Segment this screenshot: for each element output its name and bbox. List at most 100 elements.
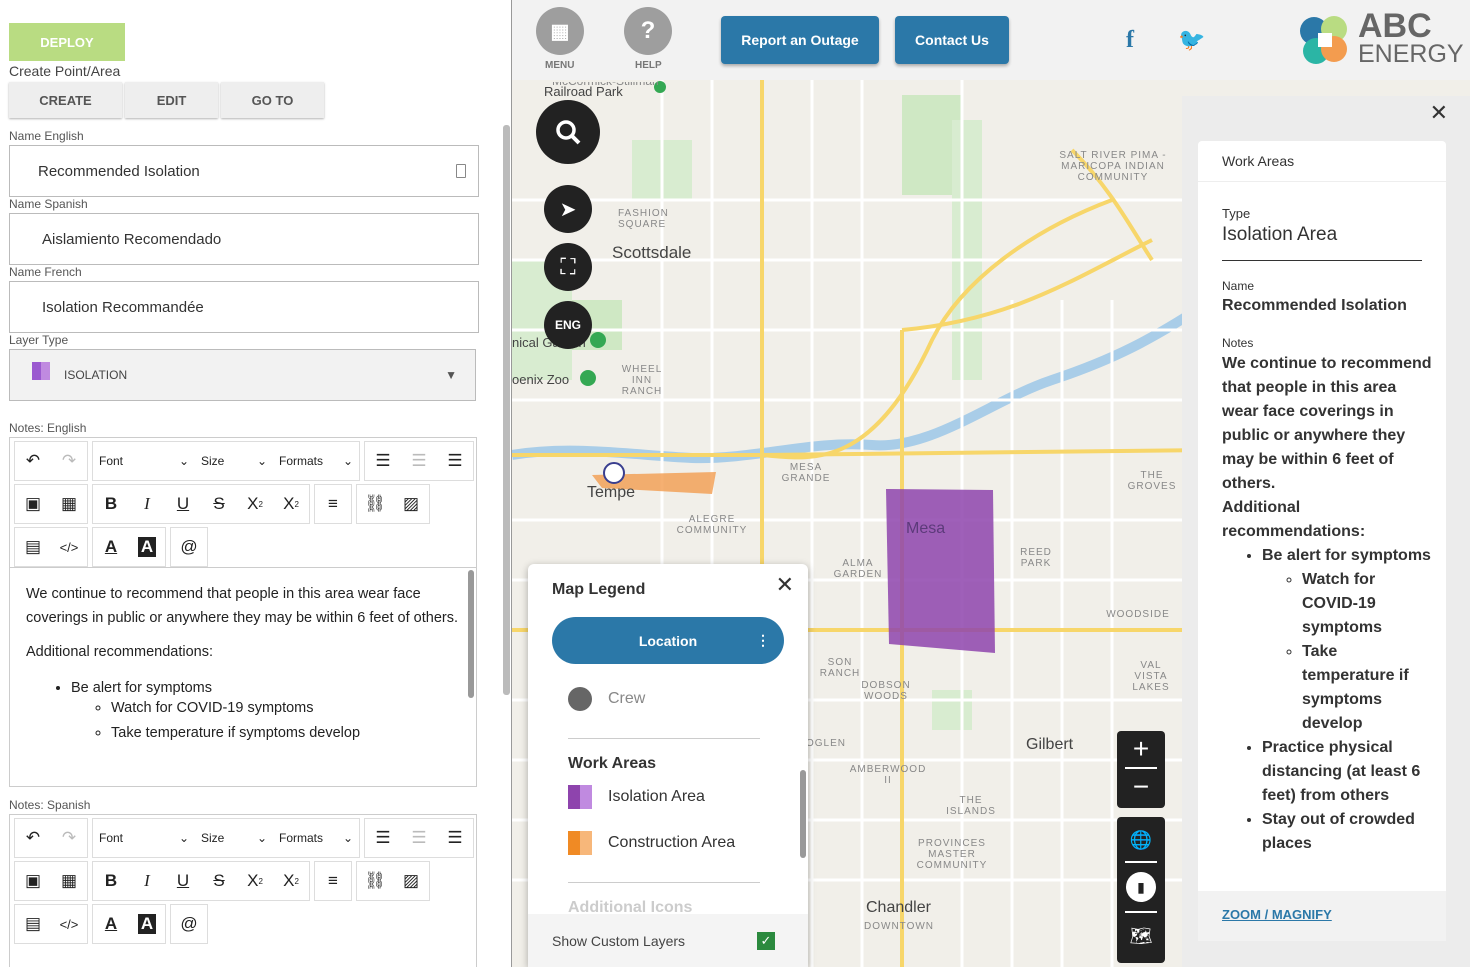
zoom-in-button[interactable]: +	[1125, 731, 1157, 769]
table-icon[interactable]: ▦	[51, 485, 87, 523]
close-icon[interactable]: ✕	[1430, 100, 1448, 126]
layer-type-select[interactable]: ISOLATION ▼	[9, 349, 476, 401]
traffic-icon[interactable]: ▮	[1125, 863, 1157, 913]
text-color-icon[interactable]: A	[93, 905, 129, 943]
strikethrough-icon[interactable]: S	[201, 862, 237, 900]
numbered-list-icon[interactable]: ☰	[365, 819, 401, 857]
notes-paragraph: Additional recommendations:	[1222, 499, 1366, 540]
superscript-icon[interactable]: X2	[273, 862, 309, 900]
legend-isolation-row: Isolation Area	[568, 785, 705, 809]
bold-icon[interactable]: B	[93, 485, 129, 523]
image-icon[interactable]: ▨	[393, 862, 429, 900]
notes-english-content[interactable]: We continue to recommend that people in …	[10, 567, 476, 769]
notes-spanish-editor: ↶ ↷ Font ⌄ Size ⌄ Formats ⌄ ☰ ☰ ☰ ▣ ▦ B I	[9, 814, 477, 967]
list-item: Be alert for symptoms Watch for COVID-19…	[71, 678, 460, 743]
redo-icon[interactable]: ↷	[51, 819, 87, 857]
link-icon[interactable]: ⛓	[357, 485, 393, 523]
text-color-icon[interactable]: A	[93, 528, 129, 566]
brand-logo[interactable]: ABC ENERGY	[1296, 7, 1464, 69]
tab-create[interactable]: CREATE	[9, 82, 122, 118]
close-icon[interactable]: ✕	[776, 572, 794, 598]
name-spanish-field[interactable]: Aislamiento Recomendado	[9, 213, 479, 265]
name-french-field[interactable]: Isolation Recommandée	[9, 281, 479, 333]
italic-icon[interactable]: I	[129, 862, 165, 900]
menu-button[interactable]: ▦	[536, 7, 584, 55]
table-icon[interactable]: ▦	[51, 862, 87, 900]
fullscreen-button[interactable]: ⛶	[544, 243, 592, 291]
chevron-down-icon: ⌄	[178, 831, 189, 845]
underline-icon[interactable]: U	[165, 862, 201, 900]
font-select[interactable]: Font ⌄	[93, 819, 195, 857]
formats-select[interactable]: Formats ⌄	[273, 819, 359, 857]
background-color-icon[interactable]: A	[129, 905, 165, 943]
twitter-icon[interactable]: 🐦	[1178, 27, 1205, 53]
list-item: Take temperature if symptoms develop	[1302, 640, 1432, 736]
city-label: Scottsdale	[612, 243, 692, 262]
section-title: Create Point/Area	[9, 63, 121, 79]
italic-icon[interactable]: I	[129, 485, 165, 523]
editor-scrollbar[interactable]	[468, 570, 474, 698]
numbered-list-icon[interactable]: ☰	[365, 442, 401, 480]
report-outage-button[interactable]: Report an Outage	[721, 16, 879, 64]
list-item: Stay out of crowded places	[1262, 808, 1432, 856]
formats-select[interactable]: Formats ⌄	[273, 442, 359, 480]
legend-scrollbar[interactable]	[800, 770, 806, 858]
deploy-button[interactable]: DEPLOY	[9, 23, 125, 61]
facebook-icon[interactable]: f	[1126, 27, 1134, 54]
mention-icon[interactable]: @	[171, 528, 207, 566]
clipboard-icon[interactable]	[456, 164, 466, 178]
media-icon[interactable]: ▣	[15, 485, 51, 523]
area-label: PROVINCES MASTER COMMUNITY	[916, 838, 988, 871]
image-icon[interactable]: ▨	[393, 485, 429, 523]
chevron-down-icon: ⌄	[342, 831, 353, 845]
subscript-icon[interactable]: X2	[237, 485, 273, 523]
size-select[interactable]: Size ⌄	[195, 442, 273, 480]
name-english-field[interactable]: Recommended Isolation	[9, 145, 479, 197]
zoom-out-button[interactable]: −	[1117, 769, 1165, 807]
zoom-magnify-link[interactable]: ZOOM / MAGNIFY	[1222, 907, 1332, 922]
link-icon[interactable]: ⛓	[357, 862, 393, 900]
template-icon[interactable]: ▤	[15, 905, 51, 943]
outdent-icon[interactable]: ☰	[401, 442, 437, 480]
search-button[interactable]	[536, 100, 600, 164]
bold-icon[interactable]: B	[93, 862, 129, 900]
globe-icon[interactable]: 🌐	[1125, 817, 1157, 863]
list-item: Take temperature if symptoms develop	[111, 723, 460, 743]
underline-icon[interactable]: U	[165, 485, 201, 523]
template-icon[interactable]: ▤	[15, 528, 51, 566]
info-panel: ✕ Work Areas Type Isolation Area Name Re…	[1182, 96, 1470, 967]
redo-icon[interactable]: ↷	[51, 442, 87, 480]
info-card: Work Areas Type Isolation Area Name Reco…	[1198, 141, 1446, 941]
code-icon[interactable]: </>	[51, 528, 87, 566]
size-select[interactable]: Size ⌄	[195, 819, 273, 857]
language-button[interactable]: ENG	[544, 301, 592, 349]
outdent-icon[interactable]: ☰	[401, 819, 437, 857]
align-icon[interactable]: ≡	[315, 862, 351, 900]
help-button[interactable]: ?	[624, 7, 672, 55]
undo-icon[interactable]: ↶	[15, 819, 51, 857]
tab-edit[interactable]: EDIT	[125, 82, 218, 118]
contact-us-button[interactable]: Contact Us	[895, 16, 1009, 64]
legend-location-button[interactable]: Location ⋮	[552, 617, 784, 664]
left-panel-scrollbar[interactable]	[503, 125, 510, 695]
font-select[interactable]: Font ⌄	[93, 442, 195, 480]
indent-icon[interactable]: ☰	[437, 819, 473, 857]
align-icon[interactable]: ≡	[315, 485, 351, 523]
subscript-icon[interactable]: X2	[237, 862, 273, 900]
code-icon[interactable]: </>	[51, 905, 87, 943]
size-select-label: Size	[201, 454, 225, 468]
superscript-icon[interactable]: X2	[273, 485, 309, 523]
background-color-icon[interactable]: A	[129, 528, 165, 566]
divider	[568, 738, 760, 739]
indent-icon[interactable]: ☰	[437, 442, 473, 480]
tab-goto[interactable]: GO TO	[221, 82, 324, 118]
undo-icon[interactable]: ↶	[15, 442, 51, 480]
show-custom-layers-checkbox[interactable]: ✓	[757, 931, 775, 950]
strikethrough-icon[interactable]: S	[201, 485, 237, 523]
media-icon[interactable]: ▣	[15, 862, 51, 900]
mention-icon[interactable]: @	[171, 905, 207, 943]
locate-button[interactable]: ➤	[544, 185, 592, 233]
map-layers-icon[interactable]: 🗺	[1117, 913, 1165, 959]
menu-caption: MENU	[545, 60, 575, 71]
more-vertical-icon[interactable]: ⋮	[756, 632, 770, 649]
